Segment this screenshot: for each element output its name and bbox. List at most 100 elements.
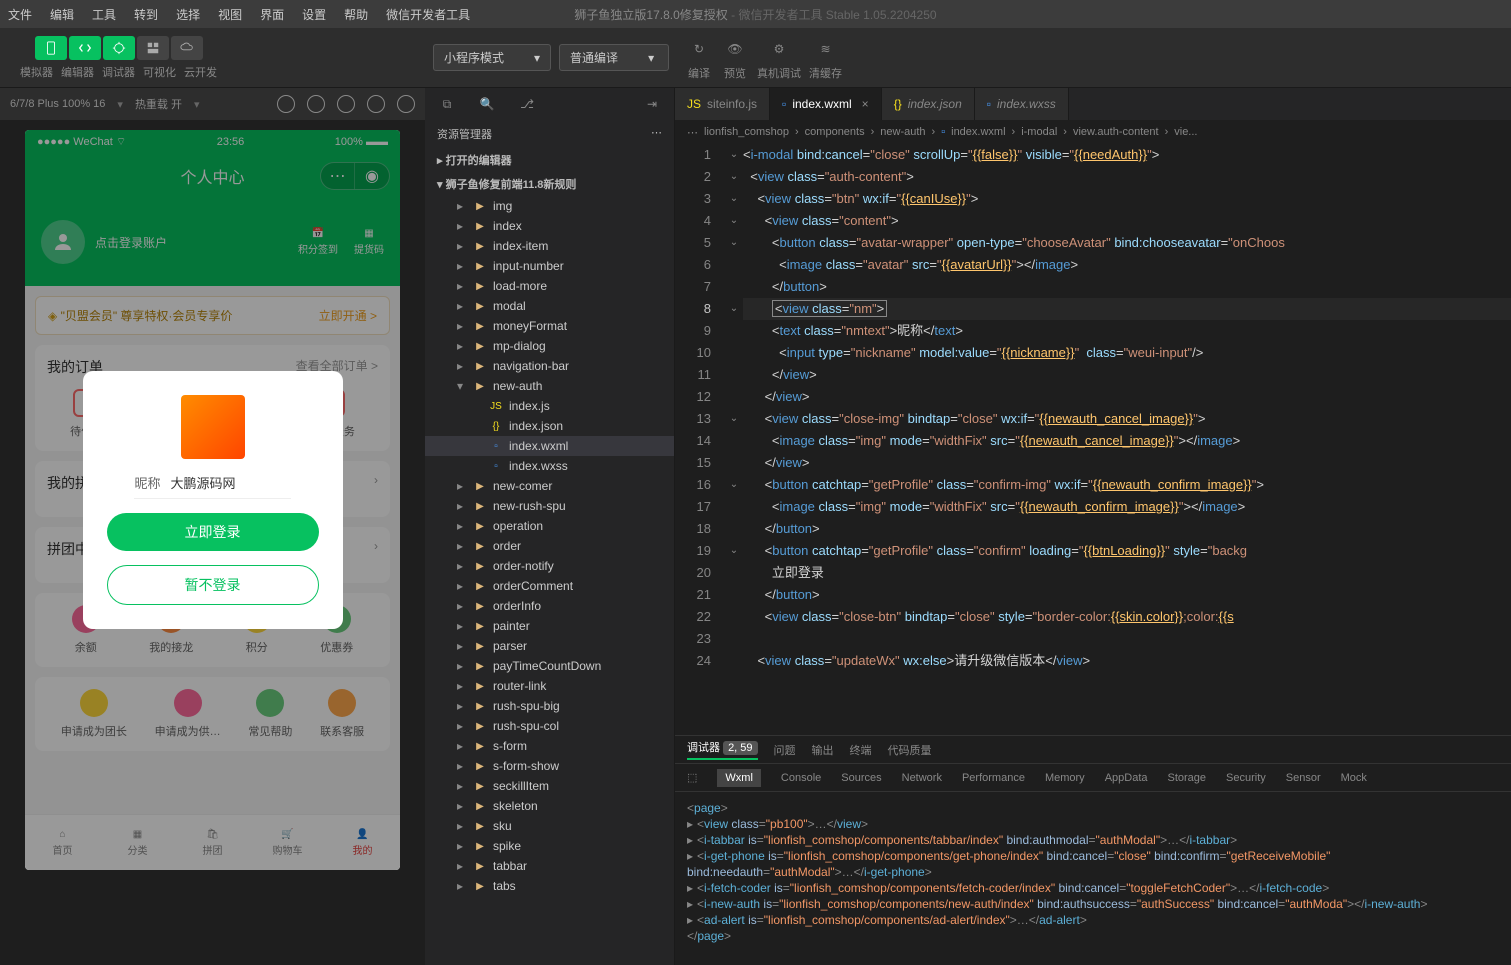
auth-modal-mask[interactable]: 昵称 立即登录 暂不登录	[25, 130, 400, 870]
subtab-sources[interactable]: Sources	[841, 772, 881, 784]
close-icon[interactable]: ×	[862, 97, 869, 111]
clear-cache-button[interactable]: ≋	[812, 35, 840, 63]
compile-dropdown[interactable]: 普通编译▾	[559, 44, 669, 71]
subtab-network[interactable]: Network	[902, 772, 942, 784]
tree-item-seckillItem[interactable]: ▸▶seckillItem	[425, 776, 674, 796]
debugger-toggle[interactable]	[103, 36, 135, 60]
subtab-wxml[interactable]: Wxml	[717, 769, 761, 787]
skip-login-button[interactable]: 暂不登录	[107, 565, 319, 605]
sim-action-2[interactable]	[307, 95, 325, 113]
subtab-storage[interactable]: Storage	[1168, 772, 1207, 784]
editor-tab-index.wxml[interactable]: ▫index.wxml×	[770, 88, 882, 120]
tree-item-new-rush-spu[interactable]: ▸▶new-rush-spu	[425, 496, 674, 516]
tree-item-mp-dialog[interactable]: ▸▶mp-dialog	[425, 336, 674, 356]
tree-item-order-notify[interactable]: ▸▶order-notify	[425, 556, 674, 576]
menu-view[interactable]: 视图	[218, 6, 242, 23]
subtab-mock[interactable]: Mock	[1341, 772, 1367, 784]
branch-icon[interactable]: ⎇	[513, 90, 541, 118]
tree-item-router-link[interactable]: ▸▶router-link	[425, 676, 674, 696]
hot-reload-toggle[interactable]: 热重载 开	[135, 96, 182, 112]
tree-item-moneyFormat[interactable]: ▸▶moneyFormat	[425, 316, 674, 336]
tree-item-navigation-bar[interactable]: ▸▶navigation-bar	[425, 356, 674, 376]
tree-item-index-item[interactable]: ▸▶index-item	[425, 236, 674, 256]
nickname-input[interactable]	[171, 475, 291, 490]
dbg-tab-problems[interactable]: 问题	[774, 742, 796, 758]
tree-item-index.json[interactable]: {}index.json	[425, 416, 674, 436]
tree-item-tabs[interactable]: ▸▶tabs	[425, 876, 674, 896]
menu-interface[interactable]: 界面	[260, 6, 284, 23]
subtab-appdata[interactable]: AppData	[1105, 772, 1148, 784]
tree-item-payTimeCountDown[interactable]: ▸▶payTimeCountDown	[425, 656, 674, 676]
tree-item-order[interactable]: ▸▶order	[425, 536, 674, 556]
inspect-icon[interactable]: ⬚	[687, 771, 697, 784]
tree-item-spike[interactable]: ▸▶spike	[425, 836, 674, 856]
sim-action-4[interactable]	[367, 95, 385, 113]
tree-item-input-number[interactable]: ▸▶input-number	[425, 256, 674, 276]
files-icon[interactable]: ⧉	[433, 90, 461, 118]
tree-item-index.wxml[interactable]: ▫index.wxml	[425, 436, 674, 456]
cloud-toggle[interactable]	[171, 36, 203, 60]
menu-devtools[interactable]: 微信开发者工具	[386, 6, 470, 23]
opened-editors-section[interactable]: ▸ 打开的编辑器	[425, 148, 674, 172]
tree-item-rush-spu-big[interactable]: ▸▶rush-spu-big	[425, 696, 674, 716]
wxml-tree[interactable]: <page> ▸<view class="pb100">…</view> ▸<i…	[675, 792, 1511, 965]
tree-item-operation[interactable]: ▸▶operation	[425, 516, 674, 536]
sim-action-3[interactable]	[337, 95, 355, 113]
compile-button[interactable]: ↻	[685, 35, 713, 63]
editor-tab-index.wxss[interactable]: ▫index.wxss	[975, 88, 1069, 120]
subtab-security[interactable]: Security	[1226, 772, 1266, 784]
modal-avatar[interactable]	[181, 395, 245, 459]
tree-item-index.wxss[interactable]: ▫index.wxss	[425, 456, 674, 476]
editor-toggle[interactable]	[69, 36, 101, 60]
editor-tab-index.json[interactable]: {}index.json	[882, 88, 975, 120]
tree-item-parser[interactable]: ▸▶parser	[425, 636, 674, 656]
tree-item-index[interactable]: ▸▶index	[425, 216, 674, 236]
tree-item-img[interactable]: ▸▶img	[425, 196, 674, 216]
more-icon[interactable]: ⋯	[651, 126, 662, 142]
simulator-toggle[interactable]	[35, 36, 67, 60]
menu-tools[interactable]: 工具	[92, 6, 116, 23]
subtab-memory[interactable]: Memory	[1045, 772, 1085, 784]
menu-file[interactable]: 文件	[8, 6, 32, 23]
tree-item-new-comer[interactable]: ▸▶new-comer	[425, 476, 674, 496]
panel-toggle-icon[interactable]: ⇥	[638, 90, 666, 118]
root-section[interactable]: ▾ 狮子鱼修复前端11.8新规则	[425, 172, 674, 196]
subtab-sensor[interactable]: Sensor	[1286, 772, 1321, 784]
menu-select[interactable]: 选择	[176, 6, 200, 23]
tree-item-index.js[interactable]: JSindex.js	[425, 396, 674, 416]
tree-item-sku[interactable]: ▸▶sku	[425, 816, 674, 836]
tree-item-skeleton[interactable]: ▸▶skeleton	[425, 796, 674, 816]
dbg-tab-terminal[interactable]: 终端	[850, 742, 872, 758]
tree-item-modal[interactable]: ▸▶modal	[425, 296, 674, 316]
dbg-tab-output[interactable]: 输出	[812, 742, 834, 758]
subtab-performance[interactable]: Performance	[962, 772, 1025, 784]
menu-goto[interactable]: 转到	[134, 6, 158, 23]
sim-action-1[interactable]	[277, 95, 295, 113]
menu-settings[interactable]: 设置	[302, 6, 326, 23]
device-selector[interactable]: 6/7/8 Plus 100% 16	[10, 98, 105, 110]
code-editor[interactable]: 123456789101112131415161718192021222324 …	[675, 144, 1511, 735]
breadcrumb[interactable]: ⋯ lionfish_comshop › components › new-au…	[675, 120, 1511, 144]
tree-item-painter[interactable]: ▸▶painter	[425, 616, 674, 636]
tree-item-new-auth[interactable]: ▾▶new-auth	[425, 376, 674, 396]
tree-item-rush-spu-col[interactable]: ▸▶rush-spu-col	[425, 716, 674, 736]
remote-debug-button[interactable]: ⚙	[765, 35, 793, 63]
more-icon[interactable]: ⋯	[687, 126, 698, 139]
tree-item-tabbar[interactable]: ▸▶tabbar	[425, 856, 674, 876]
editor-tab-siteinfo.js[interactable]: JSsiteinfo.js	[675, 88, 770, 120]
search-icon[interactable]: 🔍	[473, 90, 501, 118]
dbg-tab-quality[interactable]: 代码质量	[888, 742, 932, 758]
menu-edit[interactable]: 编辑	[50, 6, 74, 23]
preview-button[interactable]: 👁	[721, 35, 749, 63]
tree-item-s-form[interactable]: ▸▶s-form	[425, 736, 674, 756]
mode-dropdown[interactable]: 小程序模式▾	[433, 44, 551, 71]
login-button[interactable]: 立即登录	[107, 513, 319, 551]
tree-item-s-form-show[interactable]: ▸▶s-form-show	[425, 756, 674, 776]
tree-item-orderInfo[interactable]: ▸▶orderInfo	[425, 596, 674, 616]
tree-item-orderComment[interactable]: ▸▶orderComment	[425, 576, 674, 596]
dbg-tab-debugger[interactable]: 调试器 2, 59	[687, 739, 758, 760]
subtab-console[interactable]: Console	[781, 772, 821, 784]
visual-toggle[interactable]	[137, 36, 169, 60]
menu-help[interactable]: 帮助	[344, 6, 368, 23]
sim-action-5[interactable]	[397, 95, 415, 113]
